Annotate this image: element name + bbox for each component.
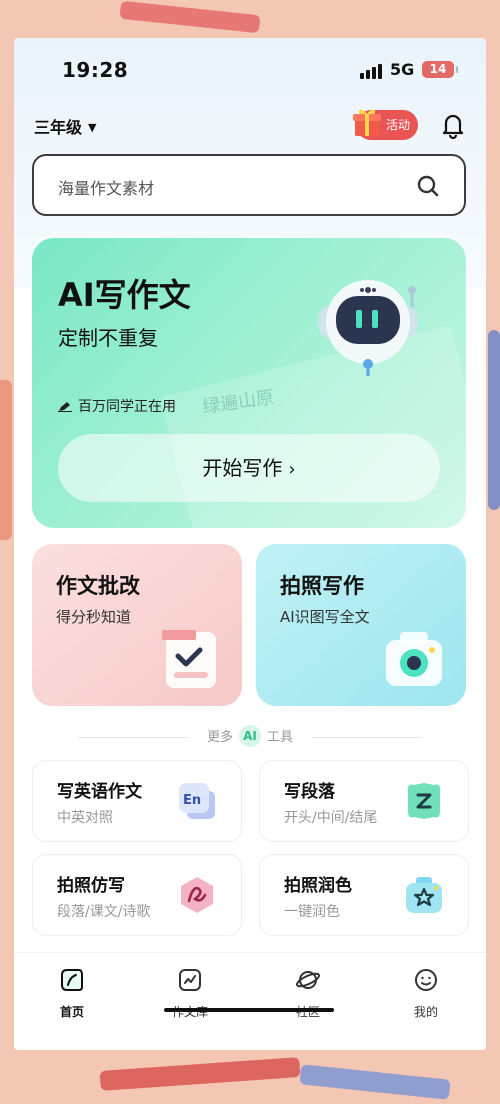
caret-down-icon: ▼	[88, 121, 97, 134]
battery-indicator: 14	[422, 61, 458, 78]
hero-subtitle: 定制不重复	[58, 326, 158, 350]
tool-photo-polish-title: 拍照润色	[284, 876, 352, 896]
top-bar: 三年级 ▼ 活动	[14, 108, 486, 144]
english-icon: En	[179, 783, 215, 819]
library-icon	[179, 969, 201, 991]
tool-english-essay[interactable]: 写英语作文 中英对照 En	[32, 760, 242, 842]
background-pencil-bottom	[99, 1057, 301, 1091]
ai-badge: AI	[239, 725, 261, 747]
pen-icon	[58, 402, 72, 412]
tab-profile[interactable]: 我的	[386, 967, 466, 1020]
hero-users-text: 百万同学正在用	[78, 399, 176, 415]
tab-profile-label: 我的	[413, 1005, 438, 1019]
start-writing-button[interactable]: 开始写作 ›	[58, 434, 440, 502]
search-icon[interactable]	[416, 174, 440, 198]
network-type: 5G	[390, 60, 415, 79]
essay-correction-title: 作文批改	[56, 574, 140, 598]
tab-library[interactable]: 作文库	[150, 967, 230, 1020]
grade-selector[interactable]: 三年级 ▼	[34, 114, 96, 138]
home-icon	[61, 969, 83, 991]
svg-text:En: En	[183, 793, 201, 808]
background-ruler-left	[0, 380, 12, 540]
photo-writing-subtitle: AI识图写全文	[280, 608, 370, 626]
camera-icon	[386, 632, 442, 686]
grade-label: 三年级	[34, 118, 83, 137]
tool-photo-imitate[interactable]: 拍照仿写 段落/课文/诗歌	[32, 854, 242, 936]
signal-icon	[360, 64, 382, 79]
tab-home[interactable]: 首页	[32, 967, 112, 1020]
status-time: 19:28	[62, 58, 129, 82]
bell-icon[interactable]	[438, 110, 468, 140]
divider-line-right	[312, 737, 422, 738]
essay-correction-card[interactable]: 作文批改 得分秒知道	[32, 544, 242, 706]
polish-icon	[406, 877, 442, 913]
tool-paragraph-subtitle: 开头/中间/结尾	[284, 810, 378, 826]
essay-correction-subtitle: 得分秒知道	[56, 608, 132, 626]
tool-photo-polish-subtitle: 一键润色	[284, 904, 340, 920]
tab-community[interactable]: 社区	[268, 967, 348, 1020]
tool-photo-imitate-subtitle: 段落/课文/诗歌	[57, 904, 151, 920]
photo-writing-card[interactable]: 拍照写作 AI识图写全文	[256, 544, 466, 706]
background-ruler-bottom	[299, 1064, 451, 1100]
tool-photo-imitate-title: 拍照仿写	[57, 876, 125, 896]
hero-title: AI写作文	[58, 276, 191, 314]
tool-paragraph[interactable]: 写段落 开头/中间/结尾	[259, 760, 469, 842]
app-screen: 19:28 5G 14 三年级 ▼ 活动 海量作文素材 AI写作文 定制不重复 …	[14, 38, 486, 1050]
ai-writing-card[interactable]: AI写作文 定制不重复 绿遍山原 百万同学正在用 开始写作 ›	[32, 238, 466, 528]
tool-paragraph-title: 写段落	[284, 782, 335, 802]
arrow-right-icon: ›	[288, 459, 296, 480]
tool-english-essay-subtitle: 中英对照	[57, 810, 113, 826]
background-pencil-right	[488, 330, 500, 510]
checklist-icon	[162, 630, 216, 688]
tools-label: 工具	[267, 730, 294, 745]
home-indicator	[164, 1008, 334, 1012]
community-icon	[295, 971, 321, 989]
status-bar: 19:28 5G 14	[14, 56, 486, 86]
activity-label: 活动	[386, 118, 411, 132]
tool-photo-polish[interactable]: 拍照润色 一键润色	[259, 854, 469, 936]
search-placeholder: 海量作文素材	[58, 179, 155, 198]
profile-icon	[415, 969, 437, 991]
tool-english-essay-title: 写英语作文	[57, 782, 142, 802]
start-writing-label: 开始写作	[202, 456, 283, 480]
more-label: 更多	[206, 730, 233, 745]
divider-line-left	[78, 737, 188, 738]
imitate-icon	[181, 877, 213, 913]
more-ai-tools-divider: 更多 AI 工具	[14, 724, 486, 752]
bottom-tab-bar: 首页 作文库 社区 我的	[14, 952, 486, 1050]
background-pencil-top	[119, 0, 261, 34]
tab-home-label: 首页	[59, 1005, 84, 1019]
paragraph-icon	[408, 783, 440, 819]
search-bar[interactable]: 海量作文素材	[32, 154, 466, 216]
gift-icon	[353, 109, 381, 136]
robot-icon	[318, 280, 418, 376]
hero-users: 百万同学正在用	[58, 396, 176, 416]
photo-writing-title: 拍照写作	[280, 574, 364, 598]
